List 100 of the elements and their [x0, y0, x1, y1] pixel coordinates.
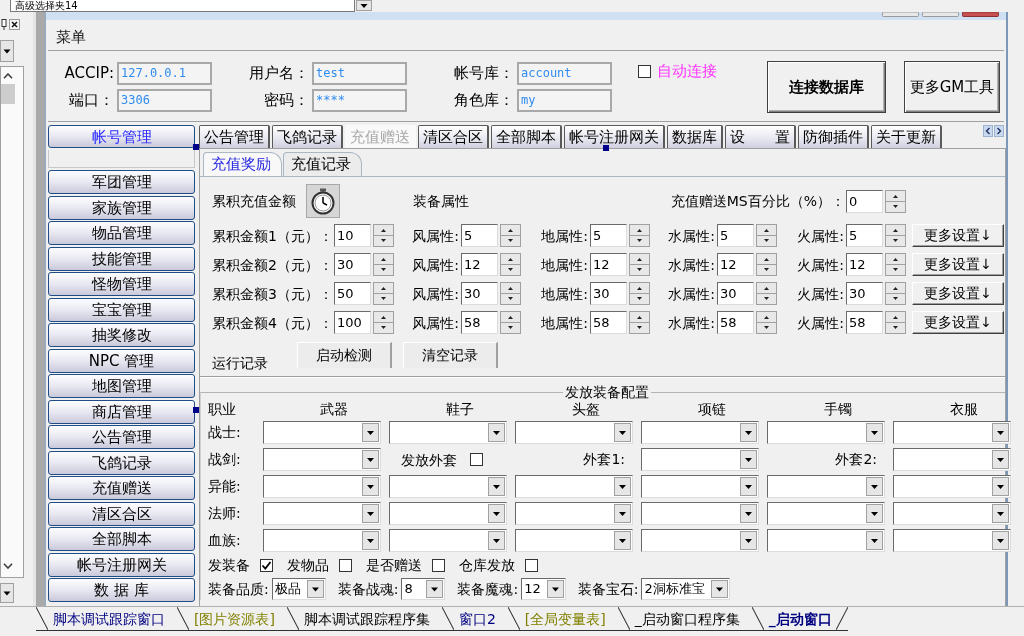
caret-icon[interactable]	[866, 504, 883, 523]
more-settings-button[interactable]: 更多设置↓	[912, 253, 1004, 276]
caret-icon[interactable]	[362, 504, 379, 523]
nav-button[interactable]: NPC 管理	[48, 348, 195, 373]
spin-arrows-icon[interactable]	[756, 282, 777, 305]
caret-icon[interactable]	[426, 580, 444, 598]
spin-arrows-icon[interactable]	[373, 253, 394, 276]
nav-button[interactable]: 军团管理	[48, 170, 195, 194]
number-field[interactable]: 30	[717, 282, 754, 305]
tab[interactable]: 设 置	[725, 125, 796, 148]
number-field[interactable]: 30	[334, 253, 371, 276]
dropdown-field[interactable]	[767, 529, 885, 552]
dropdown-field[interactable]	[893, 421, 1011, 444]
dropdown-field[interactable]	[893, 502, 1011, 525]
combo-box[interactable]: 高级选择夹14	[10, 0, 355, 12]
dropdown-field[interactable]	[641, 448, 759, 471]
number-field[interactable]: 12	[846, 253, 883, 276]
action-button[interactable]: 更多GM工具	[904, 61, 1000, 113]
nav-button[interactable]: 公告管理	[48, 425, 195, 449]
nav-button[interactable]: 宝宝管理	[48, 297, 195, 322]
more-settings-button[interactable]: 更多设置↓	[912, 282, 1004, 305]
nav-button[interactable]: 抽奖修改	[48, 323, 195, 347]
scroll-up-icon[interactable]	[3, 73, 13, 79]
spin-arrows-icon[interactable]	[629, 282, 650, 305]
number-field[interactable]: 0	[846, 189, 883, 213]
tab[interactable]: 清区合区	[418, 125, 489, 148]
number-field[interactable]: 58	[717, 311, 754, 334]
caret-icon[interactable]	[356, 0, 372, 11]
dropdown-field[interactable]	[263, 529, 381, 552]
caret-icon[interactable]	[362, 477, 379, 496]
dropdown-field[interactable]	[263, 502, 381, 525]
caret-icon[interactable]	[992, 477, 1009, 496]
spin-arrows-icon[interactable]	[756, 311, 777, 334]
nav-button[interactable]: 飞鸽记录	[48, 450, 195, 475]
nav-button[interactable]: 数 据 库	[48, 578, 195, 602]
menu-item[interactable]: 菜单	[56, 28, 86, 46]
caret-icon[interactable]	[488, 531, 505, 550]
caret-icon[interactable]	[740, 504, 757, 523]
dropdown-field[interactable]	[767, 421, 885, 444]
number-field[interactable]: 5	[717, 224, 754, 247]
caret-icon[interactable]	[740, 531, 757, 550]
dropdown-field[interactable]	[515, 502, 633, 525]
dropdown-field[interactable]	[263, 448, 381, 471]
checkbox[interactable]	[260, 558, 273, 572]
caret-icon[interactable]	[614, 423, 631, 442]
action-button[interactable]: 清空记录	[403, 342, 498, 368]
spin-arrows-icon[interactable]	[885, 311, 906, 334]
tab[interactable]: 防御插件	[798, 125, 869, 148]
caret-icon[interactable]	[740, 423, 757, 442]
tab[interactable]: 关于更新	[871, 125, 942, 148]
nav-button[interactable]: 充值赠送	[48, 476, 195, 500]
dropdown-field[interactable]	[641, 475, 759, 498]
caret-icon[interactable]	[992, 450, 1009, 469]
dropdown-field[interactable]	[389, 421, 507, 444]
nav-button[interactable]: 地图管理	[48, 374, 195, 398]
dropdown-field[interactable]	[263, 421, 381, 444]
spin-arrows-icon[interactable]	[500, 282, 521, 305]
dropdown-field[interactable]	[263, 475, 381, 498]
spin-arrows-icon[interactable]	[629, 253, 650, 276]
number-field[interactable]: 30	[846, 282, 883, 305]
dropdown-field[interactable]: 12	[521, 578, 566, 600]
tab[interactable]: 窗口2	[441, 607, 508, 631]
tab[interactable]: [图片资源表]	[177, 607, 287, 631]
tab[interactable]: 公告管理	[199, 125, 270, 148]
tab[interactable]: 脚本调试跟踪程序集	[286, 607, 442, 631]
spin-arrows-icon[interactable]	[500, 224, 521, 247]
number-field[interactable]: 30	[590, 282, 627, 305]
checkbox[interactable]	[470, 453, 483, 466]
nav-button[interactable]: 帐号注册网关	[48, 552, 195, 577]
spin-arrows-icon[interactable]	[373, 282, 394, 305]
action-button[interactable]: 启动检测	[297, 342, 392, 368]
spin-arrows-icon[interactable]	[885, 282, 906, 305]
window-controls-icon[interactable]	[882, 12, 1000, 17]
spin-arrows-icon[interactable]	[629, 311, 650, 334]
number-field[interactable]: 58	[590, 311, 627, 334]
checkbox[interactable]	[432, 558, 445, 572]
nav-button[interactable]: 怪物管理	[48, 272, 195, 296]
spin-arrows-icon[interactable]	[629, 224, 650, 247]
dropdown-field[interactable]	[893, 448, 1011, 471]
spin-arrows-icon[interactable]	[373, 311, 394, 334]
scrollbar-thumb[interactable]	[1, 84, 15, 104]
number-field[interactable]: 5	[846, 224, 883, 247]
tab[interactable]: 充值奖励	[203, 152, 282, 176]
caret-icon[interactable]	[866, 531, 883, 550]
spin-arrows-icon[interactable]	[756, 253, 777, 276]
more-settings-button[interactable]: 更多设置↓	[912, 224, 1004, 247]
dropdown-field[interactable]	[389, 475, 507, 498]
spin-arrows-icon[interactable]	[373, 224, 394, 247]
dropdown-field[interactable]	[389, 529, 507, 552]
spin-arrows-icon[interactable]	[756, 224, 777, 247]
caret-icon[interactable]	[306, 580, 324, 598]
dropdown-field[interactable]	[515, 529, 633, 552]
number-field[interactable]: 100	[334, 311, 371, 334]
dropdown-field[interactable]	[641, 502, 759, 525]
number-field[interactable]: 30	[461, 282, 498, 305]
action-button[interactable]: 连接数据库	[767, 61, 886, 113]
more-settings-button[interactable]: 更多设置↓	[912, 311, 1004, 334]
number-field[interactable]: 58	[461, 311, 498, 334]
dropdown-field[interactable]	[893, 529, 1011, 552]
dropdown-field[interactable]	[893, 475, 1011, 498]
